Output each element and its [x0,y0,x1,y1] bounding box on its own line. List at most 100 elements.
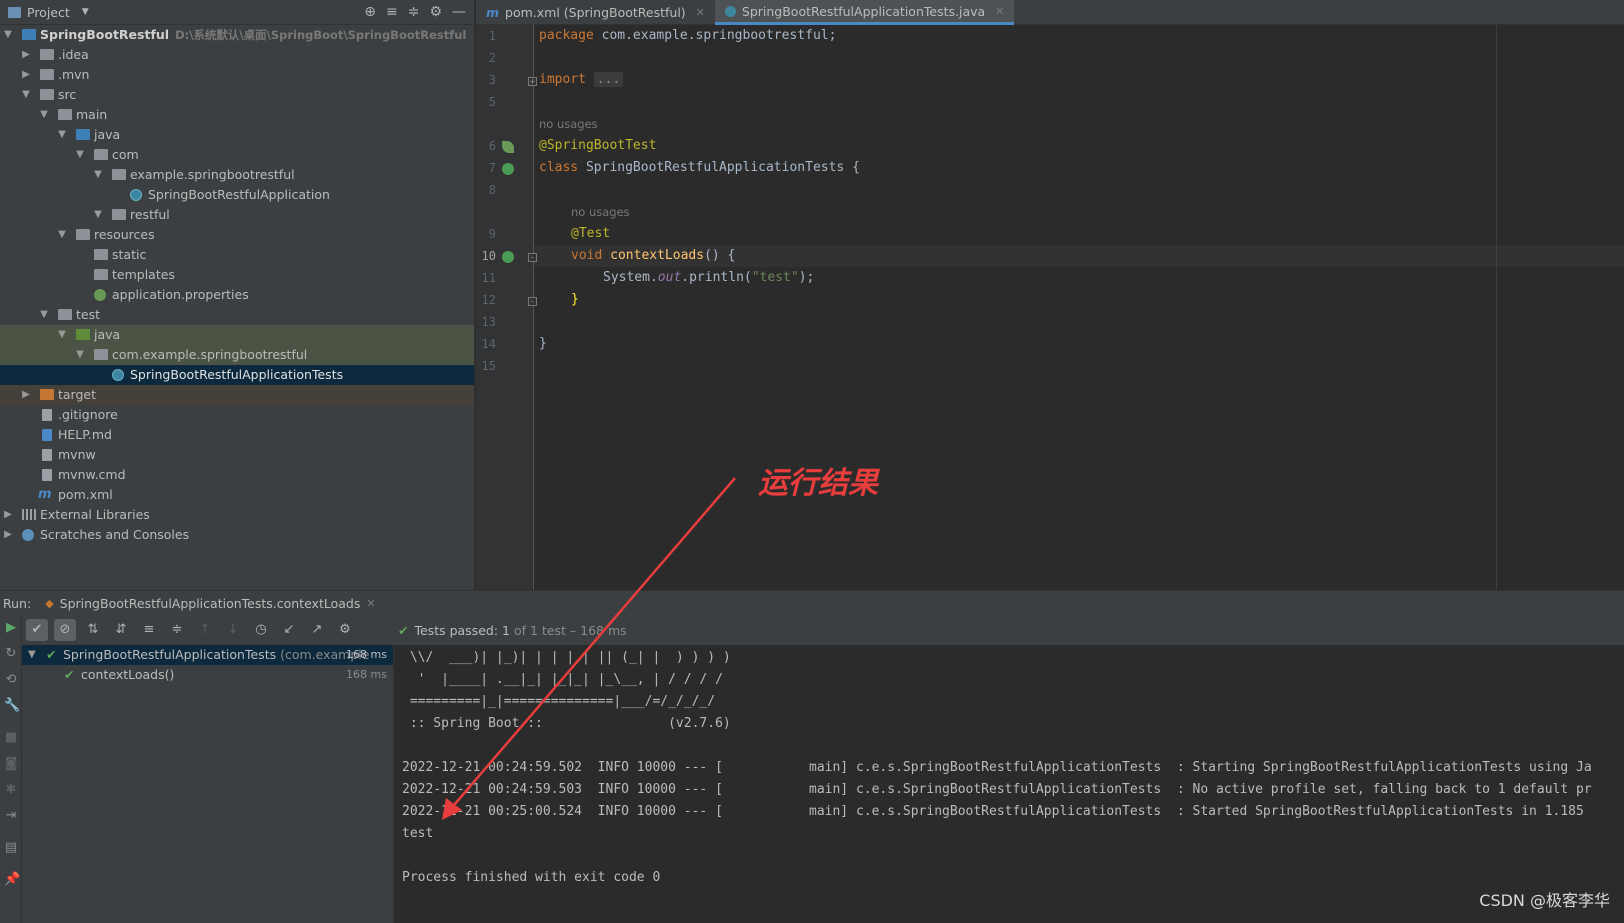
show-passed-icon[interactable]: ✔ [26,619,48,641]
expand-all-icon[interactable]: ≡ [138,619,160,641]
code-editor[interactable] [534,25,1624,590]
fold-icon[interactable]: - [528,297,537,306]
tree-item-example-package[interactable]: ▼ example.springbootrestful [0,165,474,185]
debug-icon[interactable]: ✱ [4,783,18,797]
close-icon[interactable]: ✕ [366,597,375,610]
folder-icon [58,109,72,120]
tree-item-external-libraries[interactable]: ▶ External Libraries [0,505,474,525]
tree-item-idea[interactable]: ▶ .idea [0,45,474,65]
chevron-down-icon[interactable]: ▼ [56,325,68,345]
arrow-up-icon[interactable]: ↑ [194,619,216,641]
chevron-right-icon[interactable]: ▶ [20,65,32,85]
chevron-down-icon[interactable]: ▼ [2,25,14,45]
run-test-icon[interactable] [502,251,514,263]
sort-alpha-icon[interactable]: ⇅ [82,619,104,641]
tree-item-project-root[interactable]: ▼ SpringBootRestful D:\系统默认\桌面\SpringBoot… [0,25,474,45]
run-tab[interactable]: ◆ SpringBootRestfulApplicationTests.cont… [45,596,375,611]
collapse-all-icon[interactable]: ≑ [166,619,188,641]
test-case-row[interactable]: ✔ contextLoads() 168 ms [22,665,393,685]
file-icon [42,469,52,481]
exit-icon[interactable]: ⇥ [4,809,18,823]
sort-duration-icon[interactable]: ⇵ [110,619,132,641]
folder-icon [40,49,54,60]
test-suite-row[interactable]: ▼ ✔ SpringBootRestfulApplicationTests (c… [22,645,393,665]
run-test-icon[interactable] [502,163,514,175]
tree-item-target[interactable]: ▶ target [0,385,474,405]
usage-hint[interactable]: no usages [539,117,598,131]
wrench-icon[interactable]: 🔧 [4,699,20,713]
chevron-down-icon[interactable]: ▼ [92,205,104,225]
annotation-label: 运行结果 [758,466,878,501]
tree-item-label: resources [94,227,155,242]
import-tests-icon[interactable]: ↙ [278,619,300,641]
tree-item-com[interactable]: ▼ com [0,145,474,165]
chevron-down-icon[interactable]: ▼ [56,125,68,145]
tree-item-test-package[interactable]: ▼ com.example.springbootrestful [0,345,474,365]
layout-icon[interactable]: ▤ [4,841,18,855]
tree-item-mvnw[interactable]: mvnw [0,445,474,465]
arrow-down-icon[interactable]: ↓ [222,619,244,641]
rerun-failed-icon[interactable]: ↻ [4,647,18,661]
close-icon[interactable]: ✕ [995,5,1004,18]
tree-item-src[interactable]: ▼ src [0,85,474,105]
chevron-down-icon[interactable]: ▼ [82,7,89,17]
tree-item-mvnw-cmd[interactable]: mvnw.cmd [0,465,474,485]
tree-item-mvn[interactable]: ▶ .mvn [0,65,474,85]
editor-gutter [476,25,534,590]
tree-item-test[interactable]: ▼ test [0,305,474,325]
gear-icon[interactable]: ⚙ [334,619,356,641]
rerun-icon[interactable]: ▶ [4,621,18,635]
chevron-down-icon[interactable]: ▼ [28,645,36,665]
tests-passed-label: Tests passed: [414,622,499,638]
tree-item-test-java[interactable]: ▼ java [0,325,474,345]
project-view-selector[interactable]: Project [27,5,70,20]
file-icon [42,409,52,421]
tab-tests-java[interactable]: SpringBootRestfulApplicationTests.java ✕ [714,0,1015,25]
tree-item-gitignore[interactable]: .gitignore [0,405,474,425]
spring-bean-icon[interactable] [502,141,514,153]
tree-item-label: target [58,387,97,402]
export-tests-icon[interactable]: ↗ [306,619,328,641]
history-icon[interactable]: ◷ [250,619,272,641]
chevron-down-icon[interactable]: ▼ [56,225,68,245]
tree-item-main-java[interactable]: ▼ java [0,125,474,145]
chevron-down-icon[interactable]: ▼ [38,105,50,125]
chevron-down-icon[interactable]: ▼ [92,165,104,185]
chevron-down-icon[interactable]: ▼ [74,345,86,365]
stop-icon[interactable]: ■ [4,731,18,745]
tree-item-tests-class[interactable]: SpringBootRestfulApplicationTests [0,365,474,385]
locate-icon[interactable]: ⊕ [364,4,376,20]
chevron-right-icon[interactable]: ▶ [20,385,32,405]
tree-item-application-properties[interactable]: application.properties [0,285,474,305]
usage-hint[interactable]: no usages [571,205,630,219]
fold-icon[interactable]: + [528,77,537,86]
chevron-down-icon[interactable]: ▼ [38,305,50,325]
expand-all-icon[interactable]: ≡ [386,4,398,20]
show-ignored-icon[interactable]: ⊘ [54,619,76,641]
fold-icon[interactable]: - [528,253,537,262]
folded-imports[interactable]: ... [593,72,624,87]
tree-item-static[interactable]: static [0,245,474,265]
chevron-right-icon[interactable]: ▶ [2,525,14,545]
camera-icon[interactable]: ◙ [4,757,18,771]
tree-item-application-class[interactable]: SpringBootRestfulApplication [0,185,474,205]
toggle-auto-test-icon[interactable]: ⟲ [4,673,18,687]
tree-item-help-md[interactable]: HELP.md [0,425,474,445]
collapse-all-icon[interactable]: ≑ [408,4,420,20]
minimize-icon[interactable]: — [452,4,466,20]
tree-item-pom-xml[interactable]: m pom.xml [0,485,474,505]
tree-item-scratches[interactable]: ▶ Scratches and Consoles [0,525,474,545]
pin-icon[interactable]: 📌 [4,873,20,887]
library-icon [22,509,36,520]
chevron-down-icon[interactable]: ▼ [20,85,32,105]
gear-icon[interactable]: ⚙ [429,4,442,20]
tree-item-resources[interactable]: ▼ resources [0,225,474,245]
tab-pom-xml[interactable]: m pom.xml (SpringBootRestful) ✕ [476,0,715,25]
chevron-right-icon[interactable]: ▶ [2,505,14,525]
tree-item-restful[interactable]: ▼ restful [0,205,474,225]
tree-item-main[interactable]: ▼ main [0,105,474,125]
tree-item-templates[interactable]: templates [0,265,474,285]
chevron-right-icon[interactable]: ▶ [20,45,32,65]
chevron-down-icon[interactable]: ▼ [74,145,86,165]
close-icon[interactable]: ✕ [696,6,705,19]
